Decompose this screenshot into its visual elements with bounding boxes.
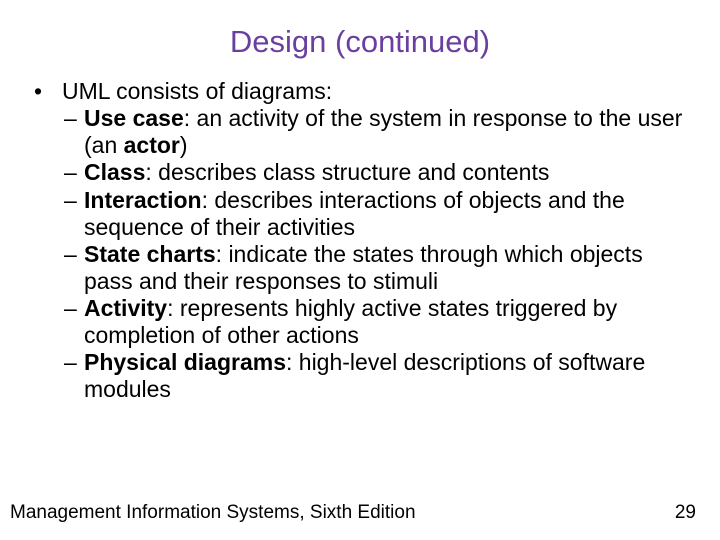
bullet-icon: • bbox=[34, 78, 62, 105]
dash-icon: – bbox=[64, 159, 84, 186]
list-item: – Physical diagrams: high-level descript… bbox=[34, 349, 690, 403]
list-item: – Activity: represents highly active sta… bbox=[34, 295, 690, 349]
list-item: – Interaction: describes interactions of… bbox=[34, 187, 690, 241]
item-text: State charts: indicate the states throug… bbox=[84, 241, 690, 295]
slide-title: Design (continued) bbox=[0, 0, 720, 78]
dash-icon: – bbox=[64, 241, 84, 295]
slide: Design (continued) • UML consists of dia… bbox=[0, 0, 720, 540]
item-text: Physical diagrams: high-level descriptio… bbox=[84, 349, 690, 403]
dash-icon: – bbox=[64, 295, 84, 349]
item-text: Use case: an activity of the system in r… bbox=[84, 105, 690, 159]
item-text: Activity: represents highly active state… bbox=[84, 295, 690, 349]
dash-icon: – bbox=[64, 105, 84, 159]
item-text: Interaction: describes interactions of o… bbox=[84, 187, 690, 241]
intro-text: UML consists of diagrams: bbox=[62, 78, 690, 105]
dash-icon: – bbox=[64, 187, 84, 241]
list-item: – State charts: indicate the states thro… bbox=[34, 241, 690, 295]
list-item: – Class: describes class structure and c… bbox=[34, 159, 690, 186]
item-text: Class: describes class structure and con… bbox=[84, 159, 690, 186]
footer-text: Management Information Systems, Sixth Ed… bbox=[10, 502, 416, 524]
bullet-intro: • UML consists of diagrams: bbox=[34, 78, 690, 105]
list-item: – Use case: an activity of the system in… bbox=[34, 105, 690, 159]
slide-content: • UML consists of diagrams: – Use case: … bbox=[0, 78, 720, 404]
dash-icon: – bbox=[64, 349, 84, 403]
page-number: 29 bbox=[675, 502, 696, 524]
